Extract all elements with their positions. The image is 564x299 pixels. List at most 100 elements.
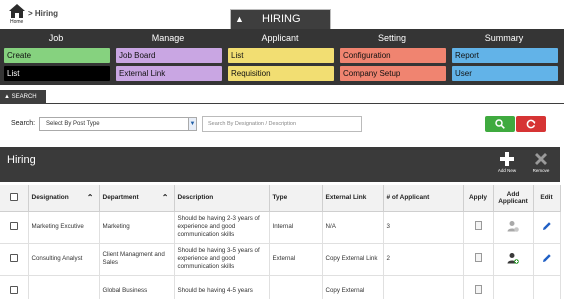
search-divider <box>0 103 564 104</box>
cell-apply <box>463 211 494 244</box>
pencil-icon[interactable] <box>542 253 552 263</box>
home-label[interactable]: Home <box>10 19 23 25</box>
module-column-summary: Summary Report User <box>448 29 560 81</box>
search-button[interactable] <box>485 116 515 132</box>
column-add-applicant: Add Applicant <box>493 185 534 212</box>
column-designation[interactable]: Designation ⌃ <box>28 185 100 212</box>
chevron-up-icon: ▲ <box>4 94 10 100</box>
document-icon[interactable] <box>474 285 482 294</box>
breadcrumb-separator: > <box>28 9 33 18</box>
select-all-cell <box>0 185 29 212</box>
module-menu-bar: Job Create List Manage Job Board Externa… <box>0 29 564 85</box>
breadcrumb-current: > Hiring <box>28 9 58 18</box>
column-external-link: External Link <box>322 185 384 212</box>
home-icon[interactable] <box>9 4 25 18</box>
document-icon[interactable] <box>474 253 482 262</box>
cell-applicant-count[interactable] <box>383 275 464 299</box>
refresh-icon <box>526 119 536 129</box>
cell-edit <box>533 275 561 299</box>
module-heading-summary: Summary <box>484 33 524 43</box>
cell-edit <box>533 243 561 276</box>
menu-summary-report[interactable]: Report <box>452 48 558 63</box>
hiring-panel-header: Hiring Add New Remove <box>0 147 560 182</box>
reset-button[interactable] <box>516 116 546 132</box>
menu-job-list[interactable]: List <box>4 66 110 81</box>
plus-icon <box>500 152 514 166</box>
document-icon[interactable] <box>474 221 482 230</box>
menu-manage-external-link[interactable]: External Link <box>116 66 222 81</box>
module-heading-manage: Manage <box>151 33 185 43</box>
module-tab-hiring[interactable]: ▲ HIRING <box>230 9 331 29</box>
add-person-icon[interactable] <box>507 252 519 264</box>
module-column-manage: Manage Job Board External Link <box>112 29 224 81</box>
menu-setting-configuration[interactable]: Configuration <box>340 48 446 63</box>
cell-type: Internal <box>269 211 323 244</box>
cell-type <box>269 275 323 299</box>
sort-up-icon[interactable]: ⌃ <box>87 193 94 202</box>
search-toggle-tab[interactable]: ▲ SEARCH <box>0 90 46 104</box>
column-type: Type <box>269 185 323 212</box>
column-edit: Edit <box>533 185 561 212</box>
hiring-table: Designation ⌃ Department ⌃ Description Typ… <box>0 185 561 299</box>
panel-title: Hiring <box>7 154 36 166</box>
menu-applicant-requisition[interactable]: Requisition <box>228 66 334 81</box>
cell-applicant-count[interactable]: 2 <box>383 243 464 276</box>
add-new-button[interactable]: Add New <box>494 152 520 180</box>
menu-setting-company-setup[interactable]: Company Setup <box>340 66 446 81</box>
add-new-label: Add New <box>497 168 517 173</box>
chevron-up-icon[interactable]: ▲ <box>235 10 244 29</box>
chevron-down-icon[interactable]: ▼ <box>188 118 196 130</box>
cell-description: Should be having 4-5 years <box>174 275 270 299</box>
column-department[interactable]: Department ⌃ <box>99 185 175 212</box>
pencil-icon[interactable] <box>542 221 552 231</box>
cell-apply <box>463 275 494 299</box>
module-heading-job: Job <box>48 33 64 43</box>
table-row: Consulting Analyst Client Managment and … <box>0 243 561 276</box>
cell-department: Client Managment and Sales <box>99 243 175 276</box>
menu-summary-user[interactable]: User <box>452 66 558 81</box>
row-select-cell <box>0 211 29 244</box>
menu-job-create[interactable]: Create <box>4 48 110 63</box>
cell-department: Global Business <box>99 275 175 299</box>
copy-external-link[interactable]: Copy External <box>322 275 384 299</box>
column-description: Description <box>174 185 270 212</box>
table-header-row: Designation ⌃ Department ⌃ Description Typ… <box>0 185 561 212</box>
cell-add-applicant <box>493 211 534 244</box>
cell-description: Should be having 3-5 years of experience… <box>174 243 270 276</box>
add-person-icon[interactable] <box>507 220 519 232</box>
module-tab-label: HIRING <box>262 13 301 25</box>
cell-designation: Marketing Excutive <box>28 211 100 244</box>
menu-applicant-list[interactable]: List <box>228 48 334 63</box>
menu-manage-job-board[interactable]: Job Board <box>116 48 222 63</box>
remove-button[interactable]: Remove <box>528 152 554 180</box>
module-heading-applicant: Applicant <box>261 33 299 43</box>
search-input[interactable] <box>202 116 362 132</box>
select-all-checkbox[interactable] <box>9 192 18 201</box>
module-column-job: Job Create List <box>0 29 112 81</box>
cell-edit <box>533 211 561 244</box>
close-icon <box>535 153 547 165</box>
row-checkbox[interactable] <box>9 253 18 262</box>
cell-designation: Consulting Analyst <box>28 243 100 276</box>
cell-external-link: N/A <box>322 211 384 244</box>
remove-label: Remove <box>532 168 550 173</box>
cell-department: Marketing <box>99 211 175 244</box>
cell-apply <box>463 243 494 276</box>
cell-add-applicant <box>493 275 534 299</box>
cell-description: Should be having 2-3 years of experience… <box>174 211 270 244</box>
cell-applicant-count[interactable]: 3 <box>383 211 464 244</box>
row-checkbox[interactable] <box>9 221 18 230</box>
row-select-cell <box>0 243 29 276</box>
column-designation-label: Designation <box>31 194 69 202</box>
column-apply: Apply <box>463 185 494 212</box>
cell-add-applicant <box>493 243 534 276</box>
post-type-select[interactable]: Select By Post Type ▼ <box>39 117 197 131</box>
copy-external-link[interactable]: Copy External Link <box>322 243 384 276</box>
table-row: Global Business Should be having 4-5 yea… <box>0 275 561 299</box>
row-checkbox[interactable] <box>9 285 18 294</box>
post-type-value: Select By Post Type <box>46 121 100 127</box>
sort-up-icon[interactable]: ⌃ <box>162 193 169 202</box>
column-department-label: Department <box>102 194 139 202</box>
module-column-applicant: Applicant List Requisition <box>224 29 336 81</box>
module-column-setting: Setting Configuration Company Setup <box>336 29 448 81</box>
